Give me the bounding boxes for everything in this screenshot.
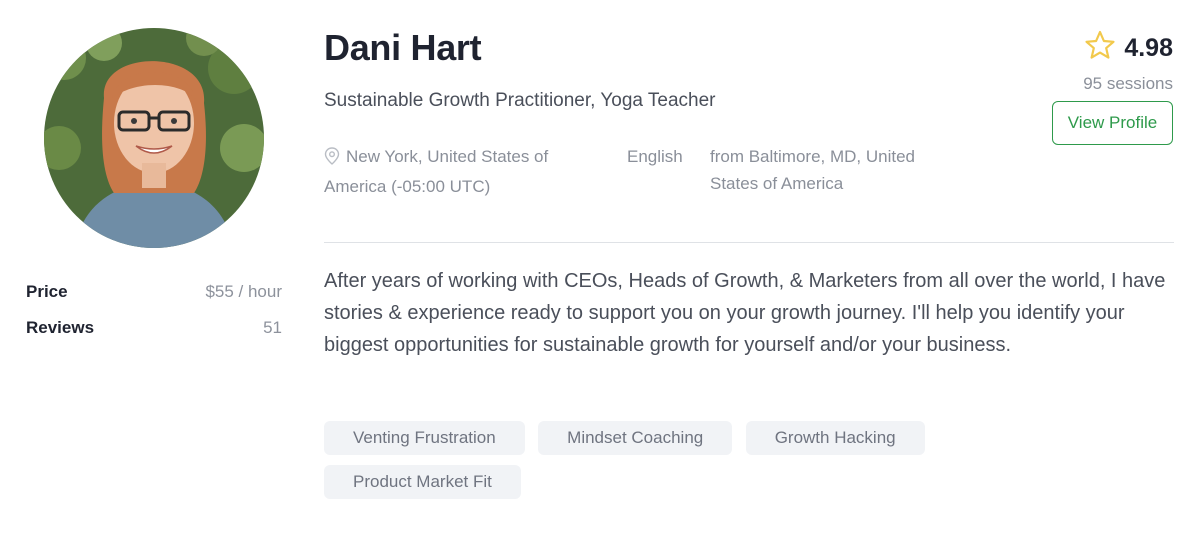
reviews-value: 51: [263, 318, 282, 337]
price-row: Price $55 / hour: [26, 274, 282, 310]
mentor-headline: Sustainable Growth Practitioner, Yoga Te…: [324, 90, 716, 111]
stats-panel: Price $55 / hour Reviews 51: [26, 274, 282, 346]
location-text: New York, United States of America (-05:…: [324, 147, 549, 196]
language: English: [627, 147, 683, 166]
tag-growth-hacking[interactable]: Growth Hacking: [745, 421, 925, 455]
avatar-photo: [44, 28, 264, 248]
rating: 4.98: [1084, 30, 1173, 66]
sessions-count: 95 sessions: [1083, 74, 1173, 93]
tag-venting-frustration[interactable]: Venting Frustration: [324, 421, 525, 455]
location: New York, United States of America (-05:…: [324, 143, 584, 200]
tag-product-market-fit[interactable]: Product Market Fit: [324, 465, 521, 499]
mentor-name[interactable]: Dani Hart: [324, 27, 482, 69]
tag-mindset-coaching[interactable]: Mindset Coaching: [538, 421, 733, 455]
rating-value: 4.98: [1124, 33, 1173, 62]
divider: [324, 242, 1174, 243]
price-value: $55 / hour: [205, 282, 282, 301]
view-profile-button[interactable]: View Profile: [1052, 101, 1173, 145]
tag-list: Venting Frustration Mindset Coaching Gro…: [324, 421, 1184, 509]
reviews-label: Reviews: [26, 318, 95, 337]
price-label: Price: [26, 282, 68, 301]
reviews-row: Reviews 51: [26, 310, 282, 346]
avatar: [44, 28, 264, 248]
bio: After years of working with CEOs, Heads …: [324, 270, 1166, 356]
location-pin-icon: [324, 146, 340, 173]
star-icon: [1084, 30, 1116, 66]
origin: from Baltimore, MD, United States of Ame…: [710, 147, 915, 193]
